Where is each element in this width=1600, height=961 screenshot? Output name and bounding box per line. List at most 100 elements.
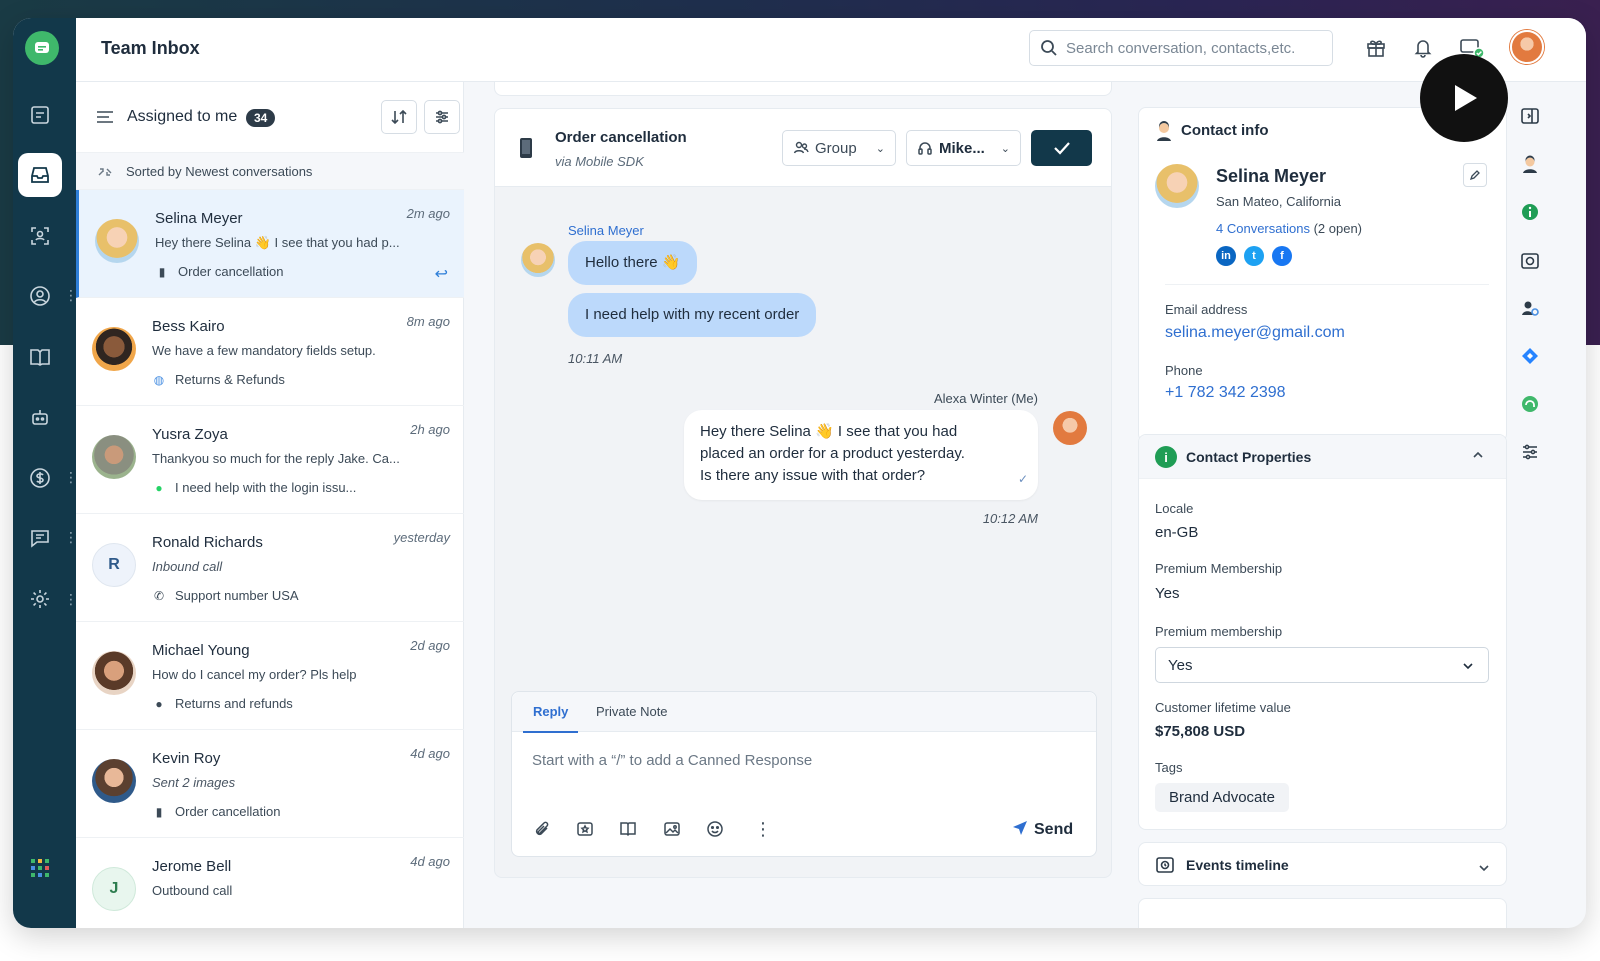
conversation-item[interactable]: Kevin Roy 4d ago Sent 2 images ▮ Order ca… — [76, 730, 464, 838]
contact-person-icon[interactable] — [1520, 154, 1540, 179]
search-box[interactable] — [1029, 30, 1333, 66]
attachment-icon[interactable] — [533, 820, 551, 843]
filter-label[interactable]: Assigned to me — [127, 108, 237, 126]
search-input[interactable] — [1066, 31, 1328, 65]
email-link[interactable]: selina.meyer@gmail.com — [1165, 324, 1345, 342]
conversation-item[interactable]: Michael Young 2d ago How do I cancel my … — [76, 622, 464, 730]
resolve-button[interactable] — [1031, 130, 1092, 166]
apple-icon: ● — [155, 697, 163, 711]
sort-order-icon — [98, 168, 112, 176]
user-settings-icon[interactable] — [1520, 298, 1540, 323]
chevron-down-icon[interactable] — [1478, 859, 1490, 877]
knowledge-base-icon[interactable] — [619, 820, 637, 843]
conversation-item[interactable]: Selina Meyer 2m ago Hey there Selina 👋 I… — [76, 190, 464, 298]
video-play-button[interactable] — [1420, 54, 1508, 142]
info-icon: i — [1155, 446, 1177, 468]
contact-avatar — [95, 219, 139, 263]
message-time: 10:12 AM — [982, 511, 1038, 526]
twitter-icon[interactable]: t — [1244, 246, 1264, 266]
more-options-icon[interactable]: ⋮ — [754, 820, 772, 838]
contact-name: Selina Meyer — [155, 210, 243, 227]
settings-gear-icon[interactable] — [18, 577, 62, 621]
chevron-up-icon[interactable] — [1472, 447, 1484, 462]
contact-properties-card: i Contact Properties Locale en-GB Premiu… — [1138, 434, 1507, 830]
agent-dropdown[interactable]: Mike... ⌄ — [906, 130, 1021, 166]
contact-name: Yusra Zoya — [152, 426, 228, 443]
customize-sliders-icon[interactable] — [1520, 442, 1540, 467]
contact-name: Kevin Roy — [152, 750, 221, 767]
premium-membership-select[interactable]: Yes — [1155, 647, 1489, 683]
tag-chip[interactable]: Brand Advocate — [1155, 783, 1289, 812]
tab-private-note[interactable]: Private Note — [596, 704, 668, 719]
send-button[interactable]: Send — [1012, 820, 1073, 839]
billing-dollar-icon[interactable] — [18, 456, 62, 500]
conversation-item[interactable]: Yusra Zoya 2h ago Thankyou so much for t… — [76, 406, 464, 514]
contact-person-icon — [1155, 121, 1173, 146]
tags-label: Tags — [1155, 760, 1183, 775]
phone-label: Phone — [1165, 363, 1203, 378]
divider — [1165, 284, 1489, 285]
user-avatar[interactable] — [1510, 30, 1544, 64]
conversation-item[interactable]: J Jerome Bell 4d ago Outbound call — [76, 838, 464, 928]
collapse-panel-icon[interactable] — [1520, 106, 1540, 131]
knowledge-book-icon[interactable] — [18, 335, 62, 379]
group-dropdown[interactable]: Group ⌄ — [782, 130, 896, 166]
reply-input[interactable] — [532, 748, 1072, 772]
gift-icon[interactable] — [1365, 36, 1387, 63]
message-preview: Sent 2 images — [152, 775, 236, 790]
customer-name-label: Selina Meyer — [568, 223, 644, 238]
phone-link[interactable]: +1 782 342 2398 — [1165, 384, 1286, 402]
conversation-item[interactable]: R Ronald Richards yesterday Inbound call… — [76, 514, 464, 622]
contact-name: Ronald Richards — [152, 534, 263, 551]
filter-button[interactable] — [424, 100, 460, 134]
right-tool-rail — [1510, 82, 1553, 928]
filter-sliders-icon — [436, 110, 448, 124]
sort-bar[interactable]: Sorted by Newest conversations — [76, 152, 464, 190]
contact-avatar — [92, 759, 136, 803]
bot-icon[interactable] — [18, 396, 62, 440]
contact-info-card: Contact info Selina Meyer San Mateo, Cal… — [1138, 107, 1507, 442]
inbox-icon[interactable] — [18, 153, 62, 197]
messages-icon[interactable] — [18, 516, 62, 560]
message-time: 10:11 AM — [568, 351, 623, 366]
phone-icon: ✆ — [153, 589, 165, 603]
apps-grid-icon[interactable] — [18, 846, 62, 890]
composer-tabs: Reply Private Note — [512, 692, 1096, 733]
globe-icon: ◍ — [153, 373, 165, 387]
calendar-clock-icon — [1155, 854, 1175, 879]
user-icon[interactable] — [18, 274, 62, 318]
facebook-icon[interactable]: f — [1272, 246, 1292, 266]
mobile-icon: ▮ — [158, 265, 166, 279]
tab-reply[interactable]: Reply — [522, 704, 579, 733]
events-timeline-card[interactable]: Events timeline — [1138, 842, 1507, 886]
info-icon[interactable] — [1520, 202, 1540, 227]
linkedin-icon[interactable]: in — [1216, 246, 1236, 266]
conversations-link[interactable]: 4 Conversations — [1216, 221, 1310, 236]
chevron-down-icon: ⌄ — [875, 142, 885, 155]
sort-button[interactable] — [381, 100, 417, 134]
canned-response-icon[interactable] — [576, 820, 594, 843]
integration-diamond-icon[interactable] — [1520, 346, 1540, 371]
menu-lines-icon[interactable] — [96, 110, 114, 129]
contacts-scan-icon[interactable] — [18, 214, 62, 258]
emoji-icon[interactable] — [706, 820, 724, 843]
customer-avatar — [521, 243, 555, 277]
contact-avatar — [92, 651, 136, 695]
reply-arrow-icon: ↩ — [434, 266, 448, 283]
edit-pencil-icon[interactable] — [1463, 163, 1487, 187]
channel-label: ◍ Returns & Refunds — [153, 372, 285, 387]
contact-avatar: R — [92, 543, 136, 587]
dashboard-icon[interactable] — [18, 93, 62, 137]
app-logo-icon[interactable] — [25, 31, 59, 65]
conversation-item[interactable]: Bess Kairo 8m ago We have a few mandator… — [76, 298, 464, 406]
contact-avatar-large — [1155, 164, 1199, 208]
image-icon[interactable] — [663, 820, 681, 843]
notification-bell-icon[interactable] — [1412, 36, 1434, 63]
calendar-clock-icon[interactable] — [1520, 250, 1540, 275]
count-badge: 34 — [246, 109, 276, 127]
integration-green-icon[interactable] — [1520, 394, 1540, 419]
message-preview: Hey there Selina 👋 I see that you had p.… — [155, 235, 400, 250]
premium-label: Premium Membership — [1155, 561, 1283, 576]
contact-name: Jerome Bell — [152, 858, 232, 875]
whatsapp-icon: ● — [155, 481, 163, 495]
